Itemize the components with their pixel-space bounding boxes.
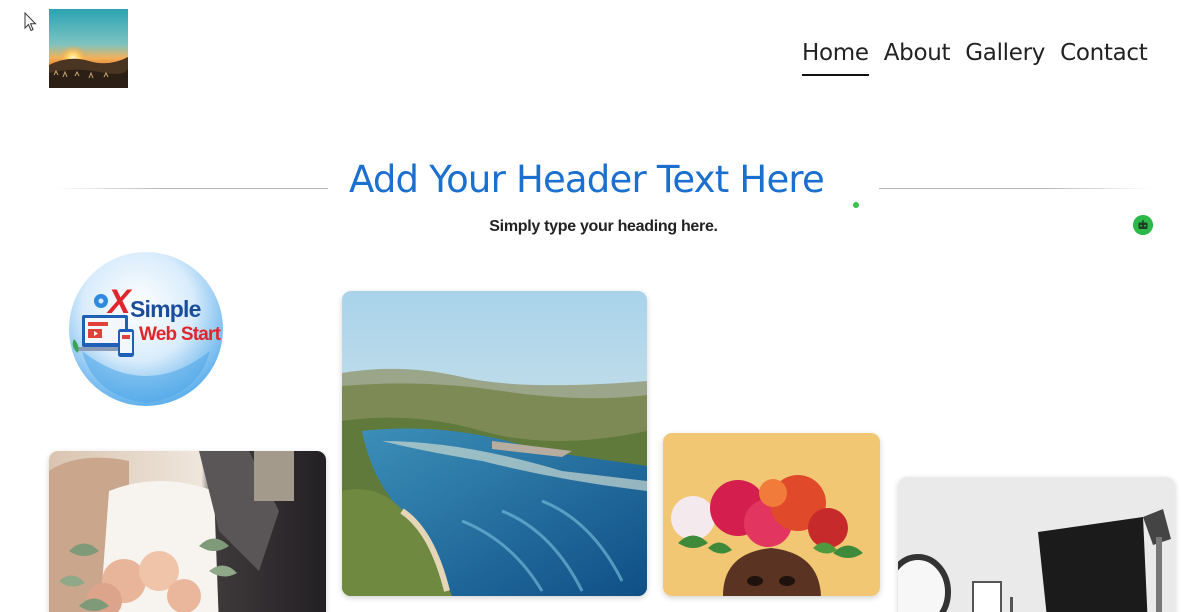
sunset-logo-image: [49, 9, 128, 88]
robot-icon[interactable]: [1133, 215, 1153, 235]
coastal-aerial-photo[interactable]: [342, 291, 647, 596]
logo-line-2: Web Start: [139, 324, 222, 345]
status-dot: [853, 202, 859, 208]
main-navigation: Home About Gallery Contact: [802, 40, 1148, 76]
site-logo[interactable]: [49, 9, 128, 88]
logo-letter-x: X: [106, 283, 133, 321]
wedding-photo[interactable]: [49, 451, 326, 612]
photo-studio-photo[interactable]: [898, 477, 1175, 612]
simple-web-start-logo[interactable]: X Simple Web Start: [68, 251, 224, 407]
nav-about[interactable]: About: [884, 40, 951, 76]
header-divider-left: [55, 188, 328, 189]
section-subtitle: Simply type your heading here.: [489, 218, 718, 235]
header-divider-right: [879, 188, 1152, 189]
logo-line-1: Simple: [130, 296, 201, 322]
section-header-title: Add Your Header Text Here: [349, 158, 825, 201]
mouse-pointer-icon: [24, 12, 37, 32]
nav-contact[interactable]: Contact: [1060, 40, 1148, 76]
flower-crown-photo[interactable]: [663, 433, 880, 596]
nav-gallery[interactable]: Gallery: [965, 40, 1045, 76]
nav-home[interactable]: Home: [802, 40, 869, 76]
